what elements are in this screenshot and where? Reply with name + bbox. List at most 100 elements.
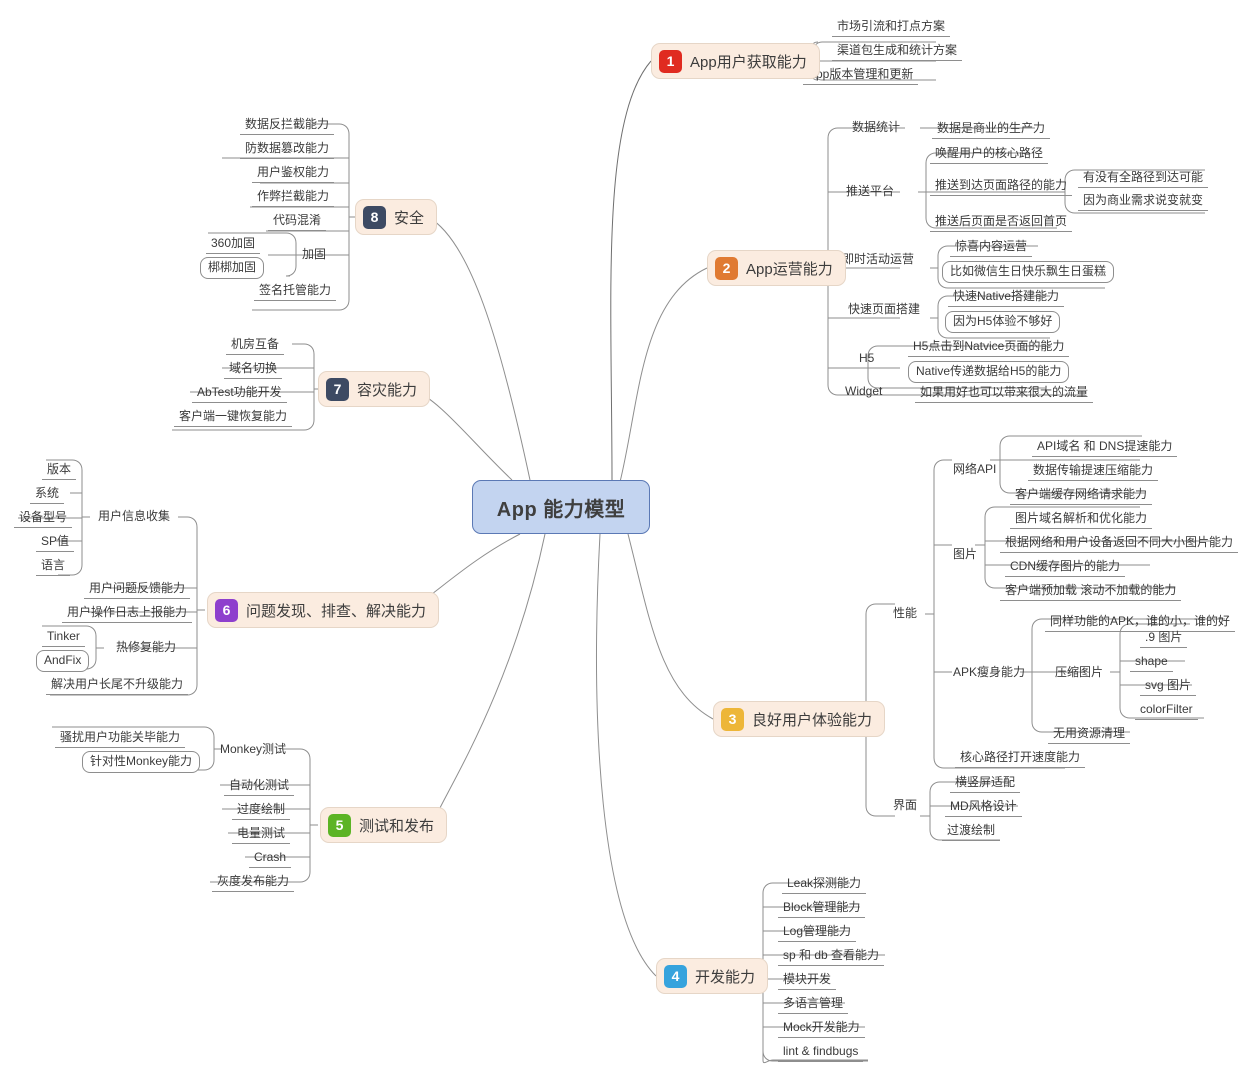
leaf-node[interactable]: 用户操作日志上报能力 [62, 604, 193, 623]
subtopic-node[interactable]: 网络API [953, 462, 996, 477]
leaf-node[interactable]: 作弊拦截能力 [252, 188, 335, 207]
branch-node-5[interactable]: 5 测试和发布 [320, 807, 448, 843]
leaf-node[interactable]: API域名 和 DNS提速能力 [1032, 438, 1178, 457]
subtopic-node[interactable]: Widget [845, 384, 882, 399]
leaf-node[interactable]: 防数据篡改能力 [240, 140, 335, 159]
leaf-node[interactable]: 如果用好也可以带来很大的流量 [915, 384, 1094, 403]
leaf-node[interactable]: 数据反拦截能力 [240, 116, 335, 135]
leaf-node[interactable]: MD风格设计 [945, 798, 1022, 817]
leaf-node[interactable]: 过度绘制 [232, 801, 291, 820]
leaf-node[interactable]: shape [1130, 653, 1173, 672]
leaf-node[interactable]: colorFilter [1135, 701, 1198, 720]
leaf-node[interactable]: 有没有全路径到达可能 [1078, 169, 1209, 188]
leaf-node[interactable]: 用户问题反馈能力 [84, 580, 191, 599]
leaf-node[interactable]: SP值 [36, 533, 75, 552]
leaf-node[interactable]: 客户端缓存网络请求能力 [1010, 486, 1153, 505]
leaf-node[interactable]: 自动化测试 [224, 777, 295, 796]
branch-node-7[interactable]: 7 容灾能力 [318, 371, 431, 407]
leaf-node[interactable]: 电量测试 [232, 825, 291, 844]
subtopic-node[interactable]: 推送平台 [846, 184, 894, 199]
branch-label-4: 开发能力 [695, 968, 756, 986]
leaf-node[interactable]: 客户端预加载 滚动不加载的能力 [1000, 582, 1182, 601]
leaf-node[interactable]: Tinker [42, 628, 85, 647]
leaf-node[interactable]: Leak探测能力 [782, 875, 867, 894]
leaf-node[interactable]: H5点击到Natvice页面的能力 [908, 338, 1070, 357]
leaf-node[interactable]: sp 和 db 查看能力 [778, 947, 885, 966]
leaf-node[interactable]: App版本管理和更新 [803, 66, 919, 85]
subtopic-node[interactable]: H5 [859, 351, 874, 366]
subtopic-node[interactable]: APK瘦身能力 [953, 665, 1025, 680]
subtopic-node[interactable]: 加固 [302, 247, 326, 262]
leaf-node[interactable]: 系统 [30, 485, 65, 504]
leaf-node[interactable]: 渠道包生成和统计方案 [832, 42, 963, 61]
subtopic-node[interactable]: 用户信息收集 [98, 509, 170, 524]
branch-node-3[interactable]: 3 良好用户体验能力 [713, 701, 886, 737]
leaf-node[interactable]: 无用资源清理 [1048, 725, 1131, 744]
subtopic-node[interactable]: 热修复能力 [116, 640, 176, 655]
leaf-node[interactable]: 针对性Monkey能力 [82, 751, 201, 773]
branch-label-1: App用户获取能力 [690, 53, 807, 71]
leaf-node[interactable]: 语言 [36, 557, 71, 576]
leaf-node[interactable]: 设备型号 [14, 509, 73, 528]
leaf-node[interactable]: 快速Native搭建能力 [948, 288, 1065, 307]
root-node[interactable]: App 能力模型 [472, 480, 650, 534]
leaf-node[interactable]: 图片域名解析和优化能力 [1010, 510, 1153, 529]
mindmap-canvas: App 能力模型 1 App用户获取能力 市场引流和打点方案 渠道包生成和统计方… [0, 0, 1241, 1076]
leaf-node[interactable]: 客户端一键恢复能力 [174, 408, 293, 427]
leaf-node[interactable]: 模块开发 [778, 971, 837, 990]
leaf-node[interactable]: 代码混淆 [268, 212, 327, 231]
subtopic-node[interactable]: 界面 [893, 798, 917, 813]
leaf-node[interactable]: 因为H5体验不够好 [945, 311, 1061, 333]
leaf-node[interactable]: CDN缓存图片的能力 [1005, 558, 1125, 577]
leaf-node[interactable]: 数据是商业的生产力 [932, 120, 1051, 139]
subtopic-node[interactable]: 即时活动运营 [842, 252, 914, 267]
leaf-node[interactable]: 用户鉴权能力 [252, 164, 335, 183]
leaf-node[interactable]: 签名托管能力 [254, 282, 337, 301]
leaf-node[interactable]: Native传递数据给H5的能力 [908, 361, 1070, 383]
leaf-node[interactable]: lint & findbugs [778, 1043, 864, 1062]
leaf-node[interactable]: 过渡绘制 [942, 822, 1001, 841]
leaf-node[interactable]: Crash [249, 849, 292, 868]
leaf-node[interactable]: 机房互备 [226, 336, 285, 355]
leaf-node[interactable]: 灰度发布能力 [212, 873, 295, 892]
leaf-node[interactable]: 核心路径打开速度能力 [955, 749, 1086, 768]
leaf-node[interactable]: 根据网络和用户设备返回不同大小图片能力 [1000, 534, 1239, 553]
subtopic-node[interactable]: 图片 [953, 547, 977, 562]
subtopic-node[interactable]: Monkey测试 [220, 742, 286, 757]
leaf-node[interactable]: 解决用户长尾不升级能力 [46, 676, 189, 695]
leaf-node[interactable]: 360加固 [206, 235, 261, 254]
leaf-node[interactable]: 推送到达页面路径的能力 [930, 177, 1073, 196]
branch-node-2[interactable]: 2 App运营能力 [707, 250, 846, 286]
leaf-node[interactable]: Mock开发能力 [778, 1019, 865, 1038]
leaf-node[interactable]: 横竖屏适配 [950, 774, 1021, 793]
leaf-node[interactable]: AndFix [36, 650, 90, 672]
branch-badge-4: 4 [664, 964, 687, 988]
leaf-node[interactable]: 域名切换 [224, 360, 283, 379]
leaf-node[interactable]: 因为商业需求说变就变 [1078, 192, 1209, 211]
branch-node-1[interactable]: 1 App用户获取能力 [651, 43, 820, 79]
leaf-node[interactable]: 惊喜内容运营 [950, 238, 1033, 257]
leaf-node[interactable]: 唤醒用户的核心路径 [930, 145, 1049, 164]
subtopic-node[interactable]: 快速页面搭建 [848, 302, 920, 317]
subtopic-node[interactable]: 数据统计 [852, 120, 900, 135]
leaf-node[interactable]: svg 图片 [1140, 677, 1197, 696]
leaf-node[interactable]: Log管理能力 [778, 923, 857, 942]
leaf-node[interactable]: 梆梆加固 [200, 257, 265, 279]
leaf-node[interactable]: 推送后页面是否返回首页 [930, 213, 1073, 232]
leaf-node[interactable]: Block管理能力 [778, 899, 866, 918]
subtopic-node[interactable]: 压缩图片 [1055, 665, 1103, 680]
leaf-node[interactable]: 多语言管理 [778, 995, 849, 1014]
branch-label-3: 良好用户体验能力 [752, 711, 873, 729]
branch-badge-7: 7 [326, 377, 349, 401]
leaf-node[interactable]: .9 图片 [1140, 629, 1188, 648]
branch-node-4[interactable]: 4 开发能力 [656, 958, 769, 994]
branch-node-6[interactable]: 6 问题发现、排查、解决能力 [207, 592, 440, 628]
branch-node-8[interactable]: 8 安全 [355, 199, 438, 235]
leaf-node[interactable]: 版本 [42, 461, 77, 480]
subtopic-node[interactable]: 性能 [893, 606, 917, 621]
leaf-node[interactable]: 数据传输提速压缩能力 [1028, 462, 1159, 481]
leaf-node[interactable]: 骚扰用户功能关毕能力 [55, 729, 186, 748]
leaf-node[interactable]: 市场引流和打点方案 [832, 18, 951, 37]
leaf-node[interactable]: 比如微信生日快乐飘生日蛋糕 [942, 261, 1115, 283]
leaf-node[interactable]: AbTest功能开发 [192, 384, 287, 403]
